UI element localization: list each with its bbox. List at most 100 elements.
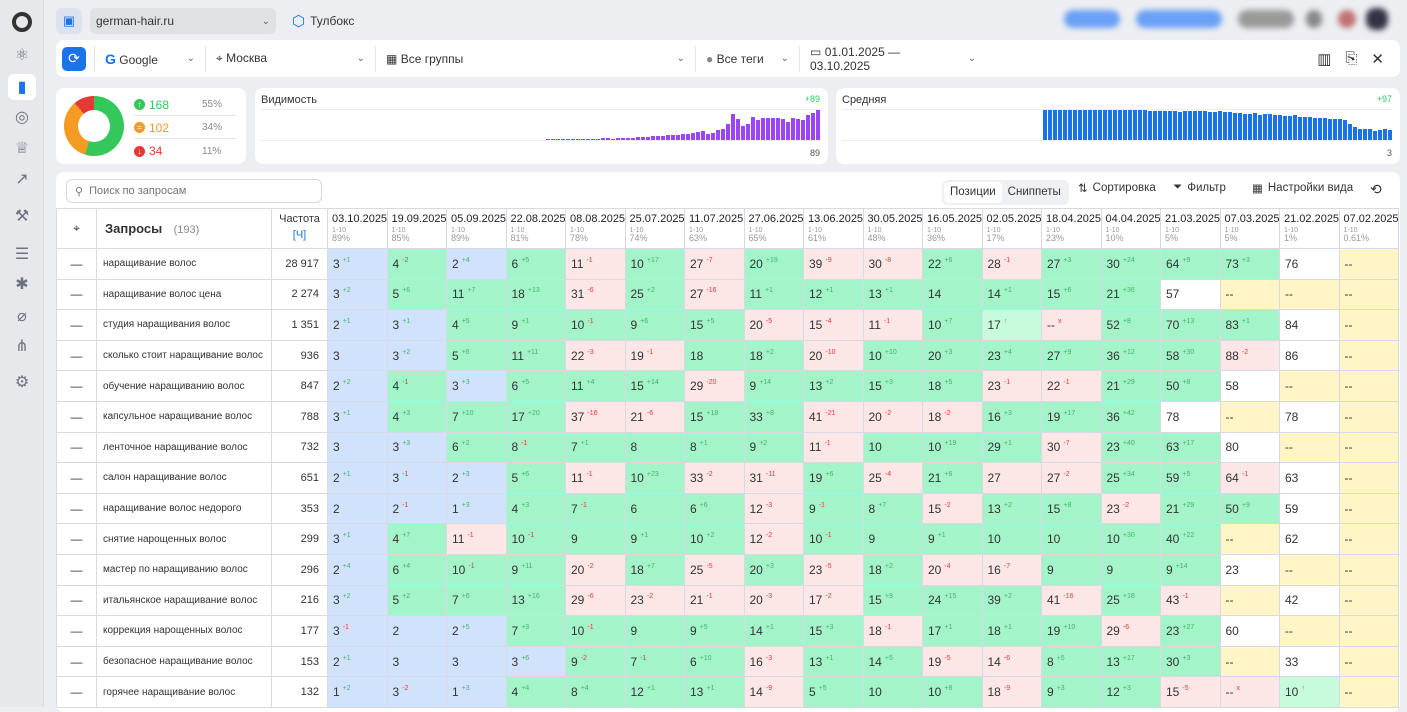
position-cell[interactable]: 10 -1 <box>803 523 864 555</box>
position-cell[interactable]: 23 -1 <box>981 370 1042 402</box>
position-cell[interactable]: 30 -8 <box>862 248 923 280</box>
position-cell[interactable]: 11 +11 <box>505 339 566 372</box>
position-cell[interactable]: -- x <box>1219 676 1280 708</box>
position-cell[interactable]: 23 -2 <box>1100 492 1161 525</box>
date-column-header[interactable]: 18.04.2025 1-10 23% <box>1041 208 1102 249</box>
queries-header[interactable]: Запросы (193) <box>96 208 272 249</box>
position-cell[interactable]: 27 <box>981 462 1042 494</box>
position-cell[interactable]: 10 <box>981 523 1042 555</box>
position-cell[interactable]: 57 <box>1160 278 1221 311</box>
position-cell[interactable]: 3 <box>386 645 447 678</box>
position-cell[interactable]: -- <box>1338 615 1399 647</box>
position-cell[interactable]: 63 <box>1279 462 1340 494</box>
position-cell[interactable]: 6 +10 <box>684 645 745 678</box>
position-cell[interactable]: 9 -2 <box>565 645 626 678</box>
position-cell[interactable]: 25 +2 <box>624 278 685 311</box>
position-cell[interactable]: 11 +7 <box>446 278 507 311</box>
row-select-toggle[interactable]: — <box>56 553 97 586</box>
position-cell[interactable]: 15 +8 <box>1041 492 1102 525</box>
position-cell[interactable]: 2 +4 <box>446 248 507 280</box>
position-cell[interactable]: 2 +1 <box>327 645 388 678</box>
blurred-account-item[interactable] <box>1136 10 1222 28</box>
position-cell[interactable]: 64 -1 <box>1219 462 1280 494</box>
position-cell[interactable]: 12 -2 <box>743 523 804 555</box>
position-cell[interactable]: 23 -2 <box>624 584 685 617</box>
position-cell[interactable]: 29 -6 <box>1100 615 1161 647</box>
position-cell[interactable]: 21 +6 <box>922 462 983 494</box>
position-cell[interactable]: 10 -1 <box>505 523 566 555</box>
position-cell[interactable]: -- <box>1338 248 1399 280</box>
site-select[interactable]: german-hair.ru ⌄ <box>90 8 276 34</box>
table-row[interactable]: — наращивание волос недорого 353 2 2 -1 1 +3 4 +3… <box>56 492 1399 525</box>
position-cell[interactable]: 13 +1 <box>862 278 923 311</box>
position-cell[interactable]: 10 <box>862 431 923 464</box>
position-cell[interactable]: 33 <box>1279 645 1340 678</box>
row-select-toggle[interactable]: — <box>56 645 97 678</box>
position-cell[interactable]: 18 -2 <box>922 400 983 433</box>
position-cell[interactable]: 6 +2 <box>446 431 507 464</box>
query-name[interactable]: итальянское наращивание волос <box>96 584 272 617</box>
position-cell[interactable]: 62 <box>1279 523 1340 555</box>
position-cell[interactable]: 12 +3 <box>1100 676 1161 708</box>
position-cell[interactable]: 12 -3 <box>743 492 804 525</box>
position-cell[interactable]: 25 -5 <box>684 553 745 586</box>
position-cell[interactable]: 6 +4 <box>386 553 447 586</box>
position-cell[interactable]: 22 -1 <box>1041 370 1102 402</box>
position-cell[interactable]: 64 +9 <box>1160 248 1221 280</box>
table-row[interactable]: — ленточное наращивание волос 732 3 3 +3 6 +2 8-… <box>56 431 1399 464</box>
position-cell[interactable]: 9 +1 <box>922 523 983 555</box>
date-column-header[interactable]: 21.02.2025 1-10 1% <box>1279 208 1340 249</box>
tags-select[interactable]: ● Все теги ⌄ <box>696 45 800 72</box>
position-cell[interactable]: 16 +3 <box>981 400 1042 433</box>
position-cell[interactable]: 14 <box>922 278 983 311</box>
query-name[interactable]: мастер по наращиванию волос <box>96 553 272 586</box>
position-cell[interactable]: 30 +3 <box>1160 645 1221 678</box>
position-cell[interactable]: 2 +4 <box>327 553 388 586</box>
position-cell[interactable]: 3 +1 <box>327 248 388 280</box>
position-cell[interactable]: 43 -1 <box>1160 584 1221 617</box>
table-row[interactable]: — салон наращивание волос 651 2 +1 3 -1 2 +3 5 +6 1… <box>56 462 1399 494</box>
row-select-toggle[interactable]: — <box>56 584 97 617</box>
position-cell[interactable]: 63 +17 <box>1160 431 1221 464</box>
position-cell[interactable]: -- <box>1219 400 1280 433</box>
date-column-header[interactable]: 13.06.2025 1-10 61% <box>803 208 864 249</box>
position-cell[interactable]: 19 -5 <box>922 645 983 678</box>
position-cell[interactable]: -- <box>1338 309 1399 341</box>
tools-icon[interactable]: ✕ <box>1371 50 1384 68</box>
position-cell[interactable]: 12 +1 <box>624 676 685 708</box>
search-engine-select[interactable]: G Google ⌄ <box>94 45 206 72</box>
blurred-icon[interactable] <box>1338 10 1356 28</box>
position-cell[interactable]: 3 -1 <box>386 462 447 494</box>
position-cell[interactable]: 13 +17 <box>1100 645 1161 678</box>
row-select-toggle[interactable]: — <box>56 523 97 555</box>
position-cell[interactable]: 6 <box>624 492 685 525</box>
position-cell[interactable]: 17 ↑ <box>981 309 1042 341</box>
position-cell[interactable]: 14 -9 <box>743 676 804 708</box>
position-cell[interactable]: 23 +40 <box>1100 431 1161 464</box>
position-cell[interactable]: 9 <box>1100 553 1161 586</box>
position-cell[interactable]: 13 +2 <box>803 370 864 402</box>
position-cell[interactable]: 10 +19 <box>922 431 983 464</box>
position-cell[interactable]: 13 +16 <box>505 584 566 617</box>
position-cell[interactable]: 20 +3 <box>743 553 804 586</box>
position-cell[interactable]: 25 +18 <box>1100 584 1161 617</box>
query-name[interactable]: безопасное наращивание волос <box>96 645 272 678</box>
position-cell[interactable]: 76 <box>1279 248 1340 280</box>
position-cell[interactable]: 2 +2 <box>327 370 388 402</box>
position-cell[interactable]: 9 <box>862 523 923 555</box>
hammer-icon[interactable]: ⚒ <box>8 203 36 229</box>
position-cell[interactable]: 3 -1 <box>327 615 388 647</box>
position-cell[interactable]: 3 +6 <box>505 645 566 678</box>
position-cell[interactable]: 23 <box>1219 553 1280 586</box>
query-name[interactable]: наращивание волос недорого <box>96 492 272 525</box>
position-cell[interactable]: 59 <box>1279 492 1340 525</box>
position-cell[interactable]: 73 +3 <box>1219 248 1280 280</box>
position-cell[interactable]: -- <box>1279 278 1340 311</box>
position-cell[interactable]: 6 +5 <box>505 370 566 402</box>
position-cell[interactable]: 10 <box>1041 523 1102 555</box>
position-cell[interactable]: 15 +3 <box>862 370 923 402</box>
query-name[interactable]: сколько стоит наращивание волос <box>96 339 272 372</box>
date-column-header[interactable]: 27.06.2025 1-10 65% <box>743 208 804 249</box>
position-cell[interactable]: 15 +5 <box>684 309 745 341</box>
sort-button[interactable]: ⇅ Сортировка <box>1078 181 1156 195</box>
